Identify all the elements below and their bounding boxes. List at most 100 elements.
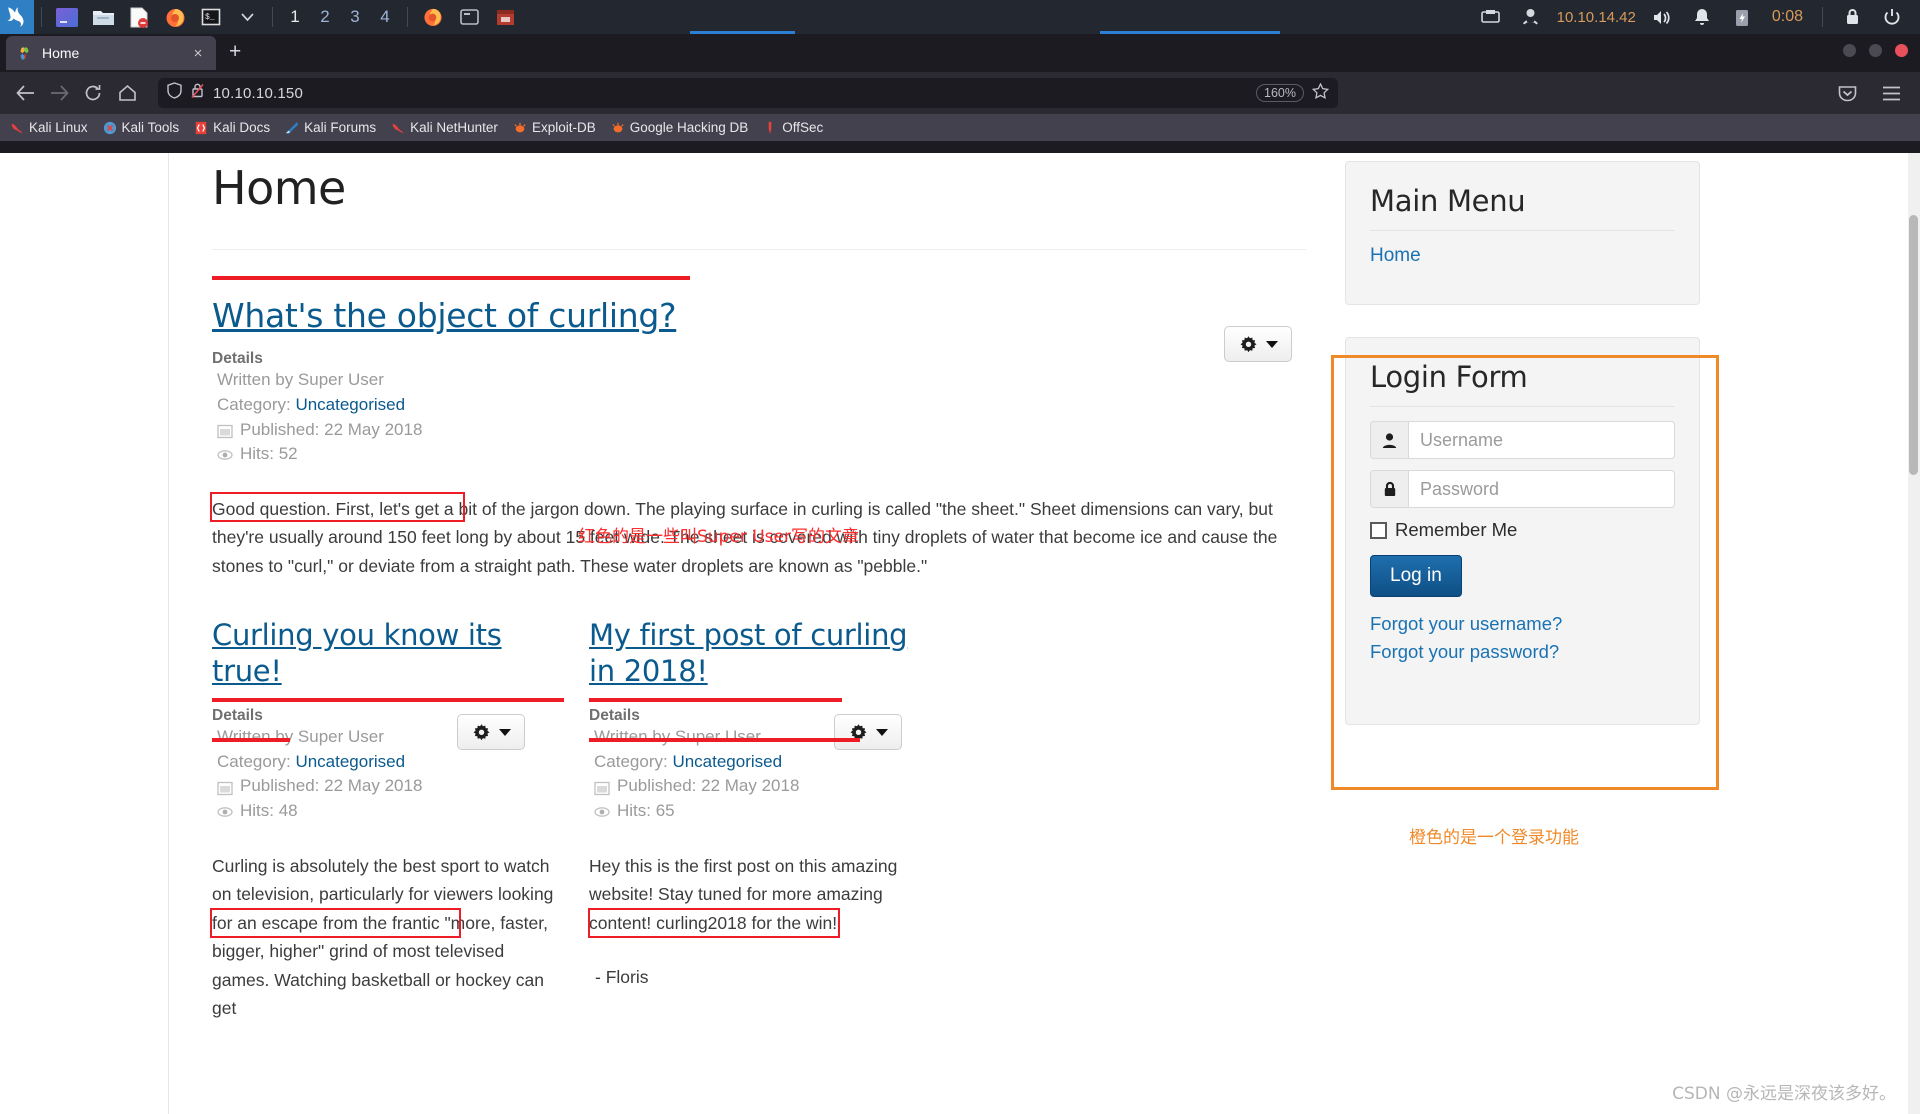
remember-me-checkbox[interactable] <box>1370 521 1387 539</box>
article-3-category-link[interactable]: Uncategorised <box>672 752 782 771</box>
taskbar-firefox-window[interactable] <box>418 2 448 32</box>
close-window-button[interactable] <box>1895 44 1908 57</box>
login-button[interactable]: Log in <box>1370 555 1462 597</box>
calendar-icon <box>217 422 233 438</box>
bookmark-kali-tools[interactable]: Kali Tools <box>103 120 179 135</box>
forgot-username-link[interactable]: Forgot your username? <box>1370 611 1675 637</box>
annotation-red-note: 红色的是一些叫Super User写的文章 <box>578 527 859 547</box>
annotation-underline-article-3b <box>589 738 860 742</box>
forward-arrow-icon[interactable] <box>44 78 74 108</box>
url-text[interactable]: 10.10.10.150 <box>213 85 1248 102</box>
close-icon[interactable]: × <box>190 45 206 62</box>
hamburger-menu-icon[interactable] <box>1876 78 1906 108</box>
vpn-icon[interactable] <box>1516 2 1546 32</box>
star-icon[interactable] <box>1311 82 1330 103</box>
new-tab-button[interactable]: + <box>229 40 241 64</box>
article-1-category-row: Category: Uncategorised <box>217 393 1312 418</box>
article-2-title-link[interactable]: Curling you know its true! <box>212 618 557 689</box>
calendar-icon <box>217 779 233 795</box>
bookmark-kali-docs[interactable]: Kali Docs <box>194 120 270 135</box>
forgot-password-link[interactable]: Forgot your password? <box>1370 639 1675 665</box>
remember-me-label: Remember Me <box>1395 519 1518 540</box>
bookmark-kali-nethunter[interactable]: Kali NetHunter <box>391 120 498 135</box>
kali-dragon-icon[interactable] <box>0 0 34 34</box>
ethernet-icon[interactable] <box>1476 2 1506 32</box>
article-2-category-label: Category: <box>217 751 291 771</box>
taskbar-window-3[interactable] <box>490 2 520 32</box>
tray-clock[interactable]: 0:08 <box>1772 8 1803 26</box>
article-2-category-link[interactable]: Uncategorised <box>295 752 405 771</box>
offsec-icon <box>763 121 777 135</box>
url-bar[interactable]: 10.10.10.150 160% <box>158 78 1338 108</box>
scrollbar-thumb[interactable] <box>1909 215 1918 475</box>
remember-me-row[interactable]: Remember Me <box>1370 519 1675 541</box>
zoom-level-badge[interactable]: 160% <box>1256 84 1304 102</box>
back-arrow-icon[interactable] <box>10 78 40 108</box>
article-3-published-row: Published: 22 May 2018 <box>594 774 969 799</box>
browser-tab-home[interactable]: Home × <box>6 36 216 70</box>
file-manager-icon[interactable] <box>88 2 118 32</box>
csdn-watermark: CSDN @永远是深夜该多好。 <box>1672 1084 1896 1104</box>
article-1-title-link[interactable]: What's the object of curling? <box>212 296 677 336</box>
article-2-category-row: Category: Uncategorised <box>217 750 589 775</box>
home-icon[interactable] <box>112 78 142 108</box>
chevron-down-icon <box>1265 340 1278 348</box>
article-1-category-label: Category: <box>217 394 291 414</box>
maximize-button[interactable] <box>1869 44 1882 57</box>
ghdb-icon <box>611 121 625 135</box>
text-editor-icon[interactable] <box>124 2 154 32</box>
article-1-gear-button[interactable] <box>1224 326 1292 362</box>
bookmarks-bar: Kali Linux Kali Tools Kali Docs Kali For… <box>0 114 1920 141</box>
kali-nethunter-icon <box>391 121 405 135</box>
article-3-category-label: Category: <box>594 751 668 771</box>
firefox-icon[interactable] <box>160 2 190 32</box>
password-input[interactable]: Password <box>1408 470 1675 508</box>
taskbar-divider-2 <box>272 7 273 27</box>
taskbar-window-2[interactable] <box>454 2 484 32</box>
workspace-1[interactable]: 1 <box>280 7 310 27</box>
reload-icon[interactable] <box>78 78 108 108</box>
svg-text:$_: $_ <box>205 13 215 22</box>
shield-icon[interactable] <box>167 82 182 104</box>
article-3-hits-row: Hits: 65 <box>594 799 969 824</box>
content-left-border <box>168 153 169 1114</box>
kali-icon <box>10 121 24 135</box>
minimize-button[interactable] <box>1843 44 1856 57</box>
workspace-4[interactable]: 4 <box>370 7 400 27</box>
bookmark-kali-linux[interactable]: Kali Linux <box>10 120 88 135</box>
article-3-gear-button[interactable] <box>834 714 902 751</box>
pocket-icon[interactable] <box>1832 78 1862 108</box>
article-3-title-link[interactable]: My first post of curling in 2018! <box>589 618 934 689</box>
article-1-category-link[interactable]: Uncategorised <box>295 395 405 414</box>
bookmark-offsec[interactable]: OffSec <box>763 120 823 135</box>
article-row: Curling you know its true! Details Writt… <box>212 618 1312 1022</box>
username-input[interactable]: Username <box>1408 421 1675 459</box>
bookmark-exploit-db[interactable]: Exploit-DB <box>513 120 596 135</box>
calendar-icon <box>594 779 610 795</box>
login-form-title: Login Form <box>1370 360 1675 407</box>
workspace-3[interactable]: 3 <box>340 7 370 27</box>
terminal-dropdown-icon[interactable]: $_ <box>196 2 226 32</box>
kali-tools-icon <box>103 121 117 135</box>
lock-icon[interactable] <box>1837 2 1867 32</box>
article-1-details-label: Details <box>212 350 263 368</box>
bookmark-kali-forums[interactable]: Kali Forums <box>285 120 376 135</box>
insecure-lock-icon[interactable] <box>190 82 205 104</box>
bookmark-google-hacking-db[interactable]: Google Hacking DB <box>611 120 748 135</box>
article-2-gear-button[interactable] <box>457 714 525 751</box>
logout-icon[interactable] <box>1877 2 1907 32</box>
chevron-down-icon[interactable] <box>232 2 262 32</box>
workspace-2[interactable]: 2 <box>310 7 340 27</box>
battery-icon[interactable] <box>1727 2 1757 32</box>
volume-icon[interactable] <box>1647 2 1677 32</box>
bookmark-label: Kali Linux <box>29 120 88 135</box>
bell-icon[interactable] <box>1687 2 1717 32</box>
taskbar-divider <box>41 7 42 27</box>
article-3-body: Hey this is the first post on this amazi… <box>589 855 898 933</box>
right-sidebar: Main Menu Home Login Form Username Passw… <box>1345 153 1700 726</box>
sidebar-item-home[interactable]: Home <box>1370 245 1421 266</box>
gear-icon <box>1240 335 1256 352</box>
page-scrollbar[interactable] <box>1908 153 1920 1114</box>
login-form-module: Login Form Username Password Remember Me <box>1345 337 1700 726</box>
terminal-emulator-icon[interactable] <box>52 2 82 32</box>
